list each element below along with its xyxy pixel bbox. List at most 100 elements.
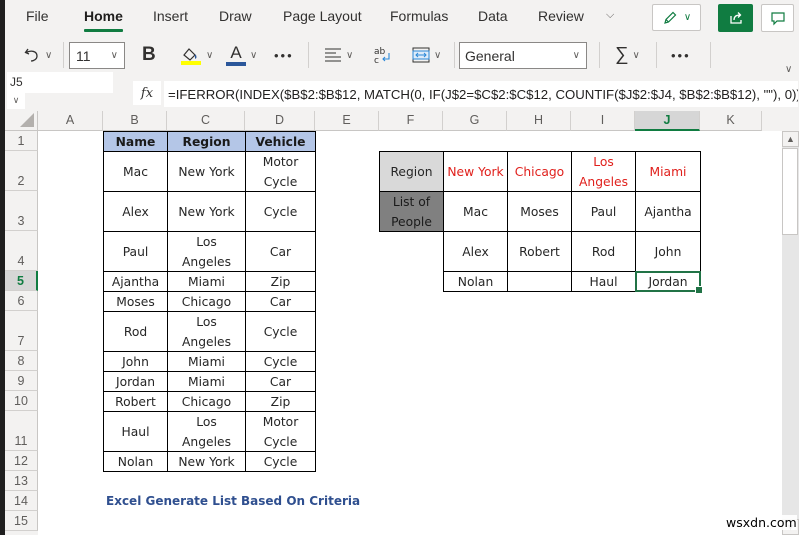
region-criteria-cell[interactable]: Los Angeles	[571, 151, 636, 192]
more-font-options-button[interactable]: •••	[274, 36, 294, 74]
chevron-down-icon[interactable]: ∨	[206, 50, 213, 61]
source-cell-name[interactable]: Ajantha	[103, 271, 168, 292]
result-person-cell[interactable]: Nolan	[443, 271, 508, 292]
result-person-cell[interactable]: Haul	[571, 271, 636, 292]
source-cell-name[interactable]: Jordan	[103, 371, 168, 392]
region-label-cell[interactable]: Region	[379, 151, 444, 192]
more-tabs-chevron-icon[interactable]: ⌵	[606, 9, 614, 22]
column-header-h[interactable]: H	[507, 111, 571, 131]
tab-formulas[interactable]: Formulas	[390, 8, 448, 24]
row-header-3[interactable]: 3	[5, 191, 38, 231]
column-header-e[interactable]: E	[315, 111, 379, 131]
tab-data[interactable]: Data	[478, 8, 508, 24]
expand-ribbon-chevron-icon[interactable]: ∨	[785, 64, 792, 75]
autosum-button[interactable]: ∑ ∨	[615, 36, 640, 74]
row-header-15[interactable]: 15	[5, 511, 38, 531]
tab-insert[interactable]: Insert	[153, 8, 188, 24]
source-cell-region[interactable]: Los Angeles	[167, 311, 246, 352]
source-cell-region[interactable]: Los Angeles	[167, 231, 246, 272]
list-of-people-label-cell[interactable]: List of People	[379, 191, 444, 232]
name-box-dropdown-icon[interactable]: ∨	[7, 93, 25, 109]
align-button[interactable]: ∨	[324, 36, 353, 74]
formula-input[interactable]: =IFERROR(INDEX($B$2:$B$12, MATCH(0, IF(J…	[164, 81, 798, 107]
source-cell-vehicle[interactable]: Motor Cycle	[245, 151, 316, 192]
fill-color-button[interactable]: ∨	[180, 36, 213, 74]
column-header-k[interactable]: K	[700, 111, 762, 131]
tab-draw[interactable]: Draw	[219, 8, 252, 24]
source-cell-region[interactable]: Miami	[167, 271, 246, 292]
column-header-d[interactable]: D	[245, 111, 315, 131]
row-header-9[interactable]: 9	[5, 371, 38, 391]
more-options-button[interactable]: •••	[671, 36, 691, 74]
row-header-1[interactable]: 1	[5, 131, 38, 151]
source-cell-name[interactable]: Robert	[103, 391, 168, 412]
row-header-6[interactable]: 6	[5, 291, 38, 311]
vertical-scrollbar[interactable]: ▲ ▼	[782, 131, 799, 535]
row-header-2[interactable]: 2	[5, 151, 38, 191]
source-cell-region[interactable]: Chicago	[167, 291, 246, 312]
row-header-14[interactable]: 14	[5, 491, 38, 511]
source-cell-name[interactable]: Rod	[103, 311, 168, 352]
result-person-cell[interactable]: Alex	[443, 231, 508, 272]
source-cell-region[interactable]: Chicago	[167, 391, 246, 412]
row-header-13[interactable]: 13	[5, 471, 38, 491]
chevron-down-icon[interactable]: ∨	[346, 50, 353, 61]
result-person-cell[interactable]: Rod	[571, 231, 636, 272]
source-cell-vehicle[interactable]: Car	[245, 291, 316, 312]
source-cell-name[interactable]: John	[103, 351, 168, 372]
number-format-select[interactable]: General ∨	[459, 42, 587, 69]
active-result-cell[interactable]: Jordan	[635, 271, 703, 294]
result-person-cell[interactable]: Moses	[507, 191, 572, 232]
column-header-i[interactable]: I	[571, 111, 635, 131]
region-criteria-cell[interactable]: Chicago	[507, 151, 572, 192]
row-header-4[interactable]: 4	[5, 231, 38, 271]
font-color-button[interactable]: A ∨	[226, 36, 257, 74]
source-cell-region[interactable]: New York	[167, 191, 246, 232]
bold-button[interactable]: B	[142, 36, 156, 74]
row-header-10[interactable]: 10	[5, 391, 38, 411]
chevron-down-icon[interactable]: ∨	[250, 50, 257, 61]
scroll-up-arrow-icon[interactable]: ▲	[782, 131, 799, 147]
tab-review[interactable]: Review	[538, 8, 584, 24]
column-header-c[interactable]: C	[167, 111, 245, 131]
source-cell-name[interactable]: Nolan	[103, 451, 168, 472]
column-header-a[interactable]: A	[38, 111, 103, 131]
source-cell-name[interactable]: Mac	[103, 151, 168, 192]
source-cell-vehicle[interactable]: Motor Cycle	[245, 411, 316, 452]
source-cell-vehicle[interactable]: Zip	[245, 391, 316, 412]
row-header-12[interactable]: 12	[5, 451, 38, 471]
result-person-cell[interactable]: John	[635, 231, 701, 272]
column-header-j[interactable]: J	[635, 111, 700, 131]
row-header-7[interactable]: 7	[5, 311, 38, 351]
row-header-11[interactable]: 11	[5, 411, 38, 451]
source-cell-name[interactable]: Paul	[103, 231, 168, 272]
wrap-text-button[interactable]: ab c	[372, 36, 392, 74]
merge-center-button[interactable]: ∨	[412, 36, 441, 74]
source-cell-vehicle[interactable]: Cycle	[245, 191, 316, 232]
source-cell-name[interactable]: Haul	[103, 411, 168, 452]
undo-button[interactable]: ∨	[23, 36, 52, 74]
select-all-button[interactable]	[5, 111, 38, 131]
result-person-cell[interactable]: Paul	[571, 191, 636, 232]
source-cell-vehicle[interactable]: Car	[245, 371, 316, 392]
source-cell-region[interactable]: New York	[167, 451, 246, 472]
row-header-5[interactable]: 5	[5, 271, 38, 291]
comments-button[interactable]	[761, 4, 794, 32]
source-cell-vehicle[interactable]: Car	[245, 231, 316, 272]
source-header-name[interactable]: Name	[103, 131, 168, 152]
scrollbar-thumb[interactable]	[782, 148, 798, 235]
tab-file[interactable]: File	[26, 8, 49, 24]
result-person-cell[interactable]: Robert	[507, 231, 572, 272]
name-box[interactable]: J5	[7, 72, 113, 93]
row-header-8[interactable]: 8	[5, 351, 38, 371]
editing-mode-button[interactable]: ∨	[652, 4, 701, 31]
source-cell-vehicle[interactable]: Cycle	[245, 311, 316, 352]
source-cell-region[interactable]: Los Angeles	[167, 411, 246, 452]
region-criteria-cell[interactable]: New York	[443, 151, 508, 192]
source-cell-name[interactable]: Alex	[103, 191, 168, 232]
source-cell-region[interactable]: Miami	[167, 371, 246, 392]
source-cell-region[interactable]: New York	[167, 151, 246, 192]
source-cell-name[interactable]: Moses	[103, 291, 168, 312]
source-cell-vehicle[interactable]: Cycle	[245, 451, 316, 472]
region-criteria-cell[interactable]: Miami	[635, 151, 701, 192]
